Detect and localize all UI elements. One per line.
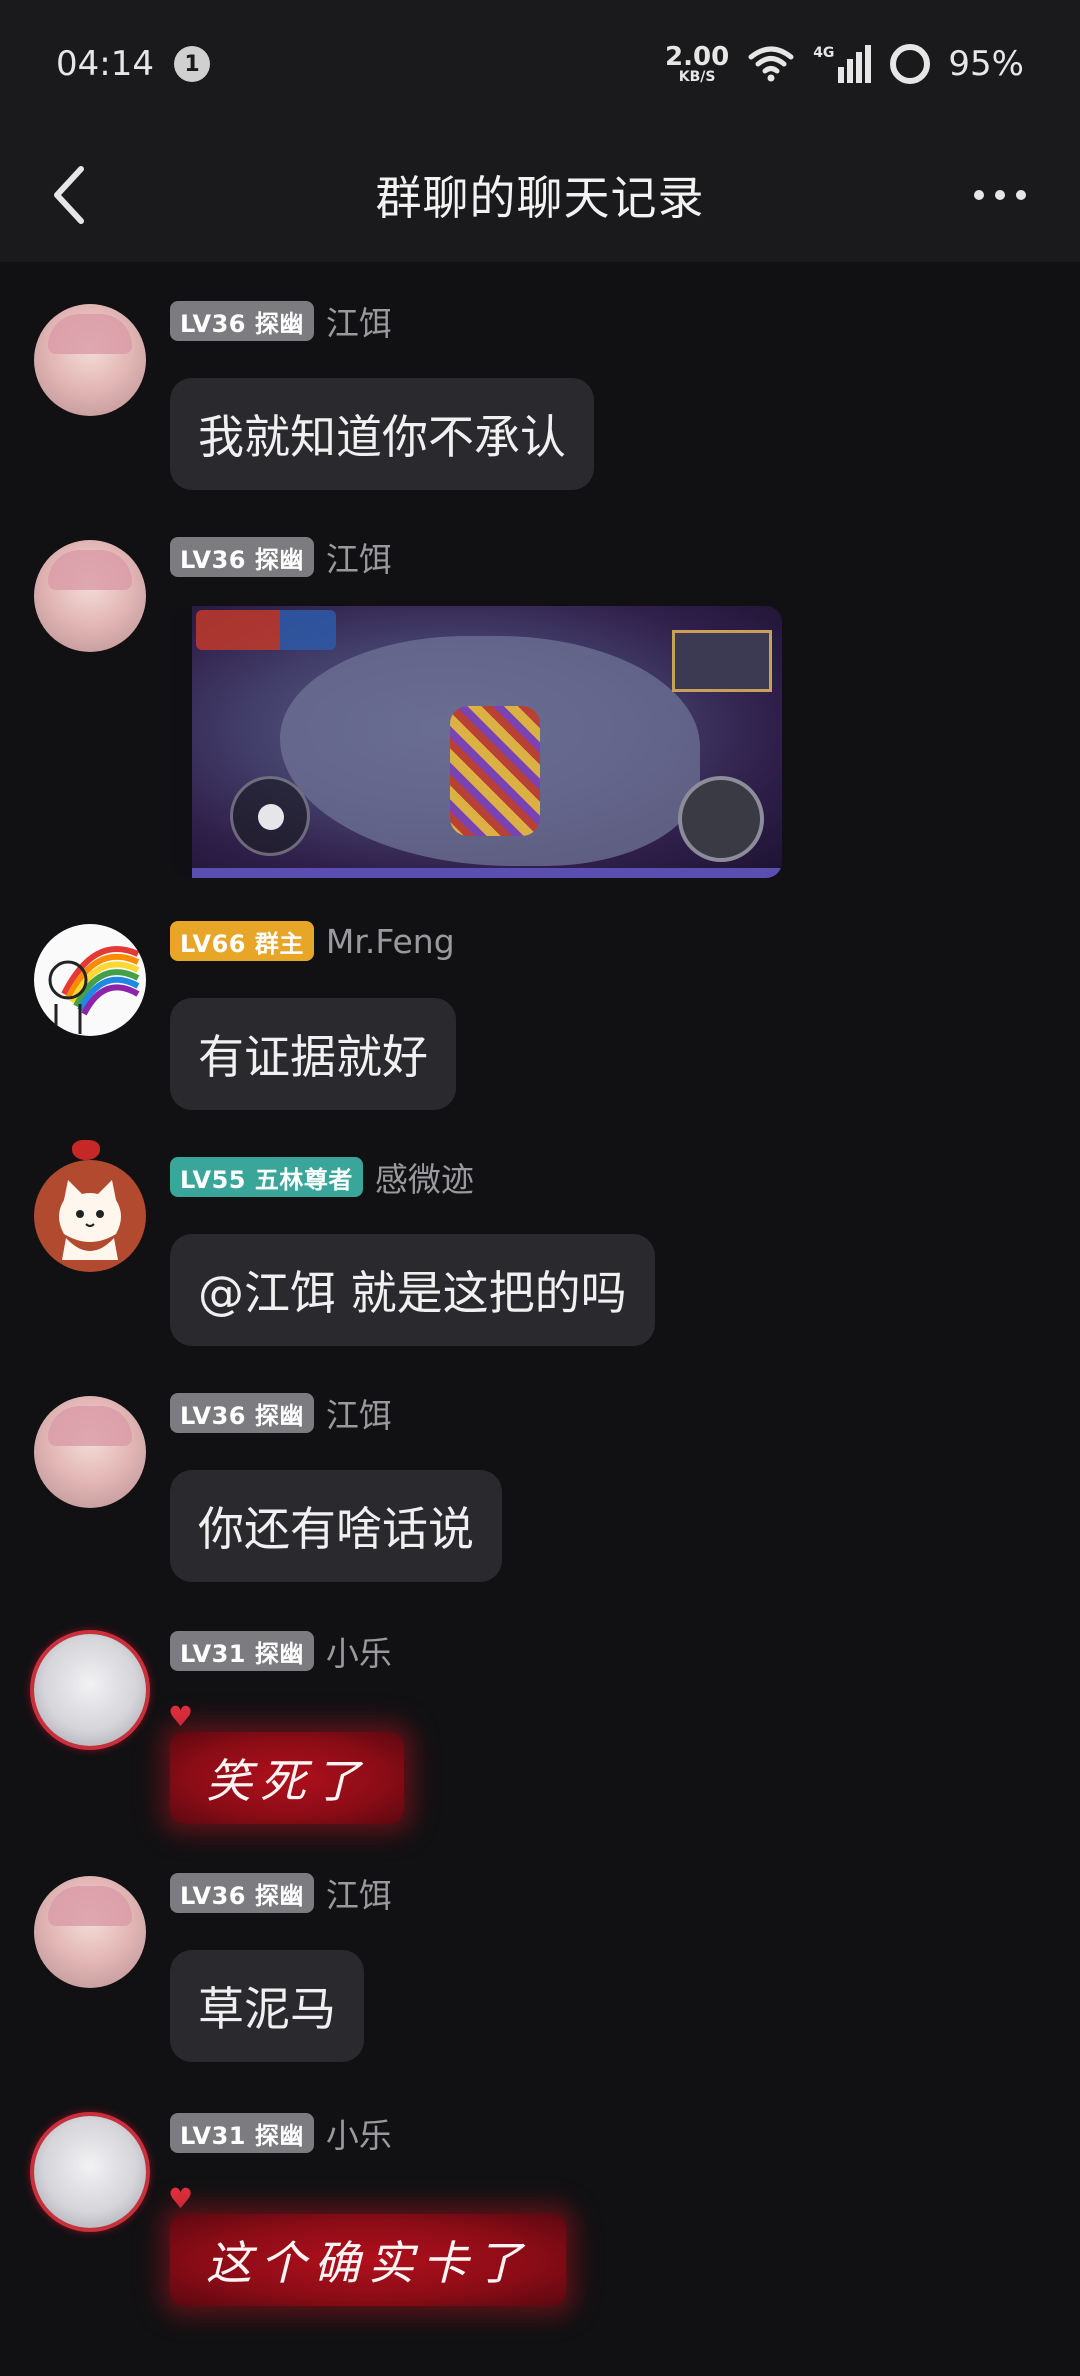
heart-decoration-icon: ♥: [168, 1700, 194, 1733]
message-meta: LV31 探幽 小乐: [170, 2109, 392, 2157]
game-bottom-bar: [192, 868, 782, 878]
sender-name[interactable]: Mr.Feng: [326, 922, 455, 961]
message-bubble[interactable]: 笑死了: [170, 1732, 404, 1824]
back-button[interactable]: [34, 160, 104, 230]
battery-icon: [890, 44, 931, 84]
chevron-left-icon: [54, 166, 84, 224]
sender-name[interactable]: 感微迹: [375, 1153, 474, 1201]
message-meta: LV66 群主 Mr.Feng: [170, 920, 455, 962]
message-bubble[interactable]: 有证据就好: [170, 998, 456, 1110]
message-item: LV36 探幽 江饵: [0, 498, 1080, 893]
network-type: 4G: [813, 45, 835, 61]
message-meta: LV36 探幽 江饵: [170, 1869, 392, 1917]
message-item: LV36 探幽 江饵 草泥马: [0, 1832, 1080, 2072]
message-meta: LV36 探幽 江饵: [170, 533, 392, 581]
message-meta: LV36 探幽 江饵: [170, 297, 392, 345]
message-item: LV31 探幽 小乐 ♥ 这个确实卡了: [0, 2072, 1080, 2332]
avatar[interactable]: [34, 924, 146, 1036]
game-character-cluster: [450, 706, 540, 836]
status-bar: 04:14 1 2.00 KB/S 4G 95%: [0, 0, 1080, 128]
avatar[interactable]: [34, 1396, 146, 1508]
status-time: 04:14: [56, 44, 154, 84]
level-badge: LV36 探幽: [170, 1393, 314, 1433]
page-title: 群聊的聊天记录: [375, 171, 705, 225]
sender-name[interactable]: 小乐: [326, 2109, 392, 2157]
notification-count-icon: 1: [173, 46, 210, 82]
cellular-signal: 4G: [813, 45, 872, 83]
sender-name[interactable]: 小乐: [326, 1627, 392, 1675]
network-speed: 2.00 KB/S: [665, 44, 729, 84]
level-badge: LV55 五林尊者: [170, 1157, 363, 1197]
more-dot-icon: [974, 190, 984, 200]
cat-icon: [59, 1180, 121, 1260]
message-bubble[interactable]: 草泥马: [170, 1950, 364, 2062]
message-bubble[interactable]: 这个确实卡了: [170, 2214, 566, 2306]
bow-decoration-icon: [72, 1140, 100, 1160]
sender-name[interactable]: 江饵: [326, 1869, 392, 1917]
message-item: LV36 探幽 江饵 我就知道你不承认: [0, 262, 1080, 498]
level-badge: LV36 探幽: [170, 537, 314, 577]
game-attack-button: [678, 776, 764, 862]
message-bubble[interactable]: 你还有啥话说: [170, 1470, 502, 1582]
battery-percent: 95%: [948, 44, 1024, 84]
level-badge: LV31 探幽: [170, 1631, 314, 1671]
game-joystick: [230, 776, 310, 856]
message-meta: LV31 探幽 小乐: [170, 1627, 392, 1675]
avatar[interactable]: [34, 304, 146, 416]
network-speed-unit: KB/S: [678, 69, 716, 85]
message-meta: LV36 探幽 江饵: [170, 1389, 392, 1437]
message-bubble[interactable]: 我就知道你不承认: [170, 378, 594, 490]
sender-name[interactable]: 江饵: [326, 1389, 392, 1437]
avatar[interactable]: [34, 1160, 146, 1272]
level-badge: LV66 群主: [170, 921, 314, 961]
game-minimap: [672, 630, 772, 692]
wifi-icon: [748, 46, 794, 82]
chat-message-list[interactable]: LV36 探幽 江饵 我就知道你不承认 LV36 探幽 江饵 LV66 群主 M…: [0, 262, 1080, 2376]
avatar[interactable]: [34, 1634, 146, 1746]
avatar[interactable]: [34, 2116, 146, 2228]
heart-decoration-icon: ♥: [168, 2182, 194, 2215]
message-meta: LV55 五林尊者 感微迹: [170, 1153, 474, 1201]
status-left: 04:14 1: [56, 44, 210, 84]
avatar[interactable]: [34, 540, 146, 652]
more-options-button[interactable]: [960, 170, 1040, 220]
message-item: LV66 群主 Mr.Feng 有证据就好: [0, 882, 1080, 1118]
more-dot-icon: [995, 190, 1005, 200]
more-dot-icon: [1016, 190, 1026, 200]
status-right: 2.00 KB/S 4G 95%: [665, 44, 1024, 84]
avatar[interactable]: [34, 1876, 146, 1988]
message-item: LV55 五林尊者 感微迹 @江饵 就是这把的吗: [0, 1118, 1080, 1354]
message-item: LV31 探幽 小乐 ♥ 笑死了: [0, 1592, 1080, 1832]
image-message[interactable]: [170, 606, 782, 878]
level-badge: LV31 探幽: [170, 2113, 314, 2153]
sender-name[interactable]: 江饵: [326, 297, 392, 345]
level-badge: LV36 探幽: [170, 301, 314, 341]
rainbow-meme-icon: [48, 946, 140, 1034]
game-hud: [196, 610, 336, 650]
message-item: LV36 探幽 江饵 你还有啥话说: [0, 1354, 1080, 1590]
sender-name[interactable]: 江饵: [326, 533, 392, 581]
message-bubble[interactable]: @江饵 就是这把的吗: [170, 1234, 655, 1346]
title-bar: 群聊的聊天记录: [0, 128, 1080, 262]
image-letterbox: [170, 606, 192, 878]
level-badge: LV36 探幽: [170, 1873, 314, 1913]
signal-bars-icon: [838, 45, 872, 83]
network-speed-value: 2.00: [665, 42, 730, 72]
